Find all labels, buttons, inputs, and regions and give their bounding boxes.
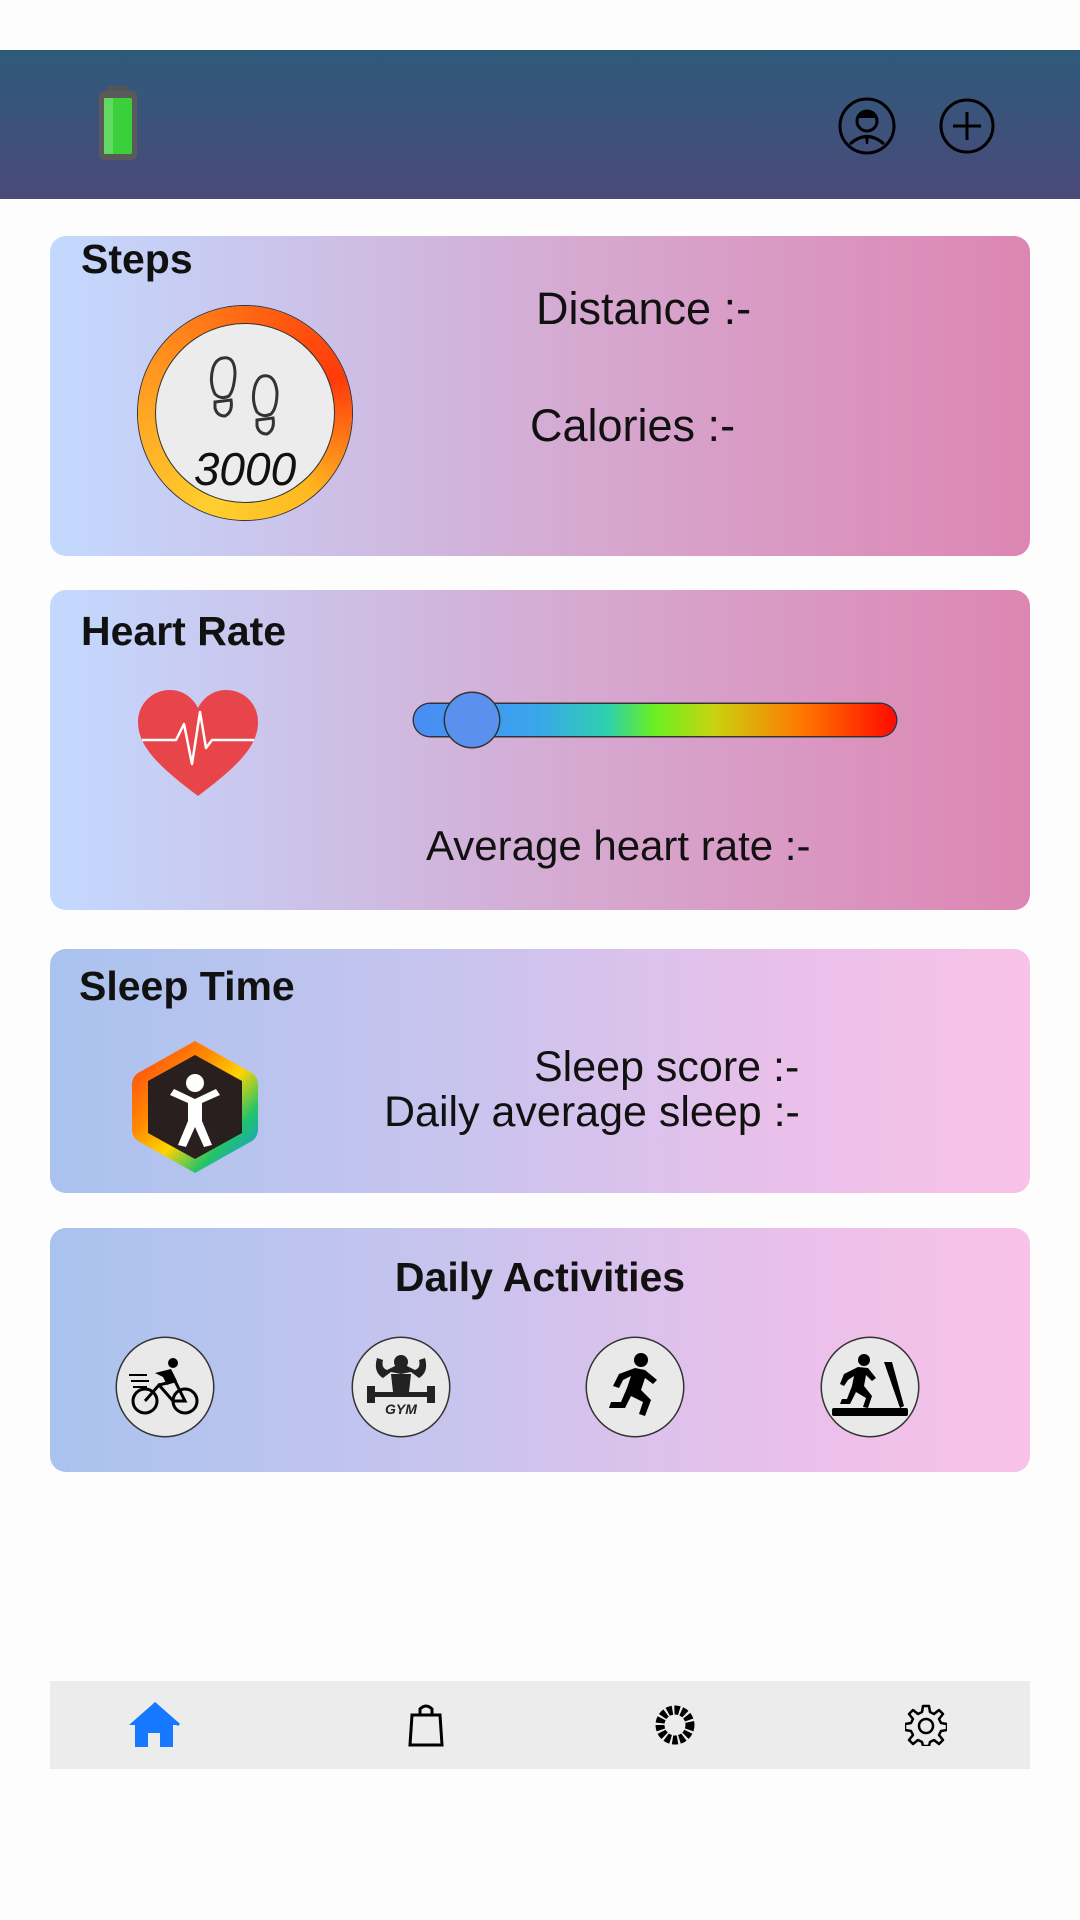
user-profile-icon[interactable] bbox=[837, 96, 897, 156]
average-heart-rate-label: Average heart rate :- bbox=[426, 822, 811, 869]
steps-card[interactable]: Steps 3000 Distance :- Calories :- bbox=[50, 236, 1030, 556]
steps-progress-ring: 3000 bbox=[138, 306, 352, 520]
gym-icon[interactable]: GYM bbox=[353, 1338, 449, 1436]
steps-count: 3000 bbox=[193, 443, 297, 495]
activity-badge-icon bbox=[132, 1041, 258, 1173]
daily-average-sleep-label: Daily average sleep :- bbox=[384, 1088, 800, 1136]
heart-rate-card[interactable]: Heart Rate Average heart rate :- bbox=[50, 590, 1030, 910]
plus-circle-icon[interactable] bbox=[937, 96, 997, 156]
svg-text:GYM: GYM bbox=[385, 1401, 417, 1417]
nav-shop[interactable] bbox=[398, 1699, 454, 1751]
steps-title: Steps bbox=[81, 236, 193, 282]
sleep-score-label: Sleep score :- bbox=[534, 1043, 800, 1091]
nav-home[interactable] bbox=[126, 1699, 182, 1751]
daily-activities-title: Daily Activities bbox=[394, 1254, 686, 1300]
treadmill-icon[interactable] bbox=[822, 1338, 918, 1436]
shopping-bag-icon bbox=[408, 1704, 444, 1747]
home-icon bbox=[129, 1701, 180, 1747]
nav-settings[interactable] bbox=[898, 1699, 954, 1751]
distance-label: Distance :- bbox=[536, 283, 752, 334]
battery-icon bbox=[99, 86, 137, 160]
sleep-time-title: Sleep Time bbox=[79, 963, 295, 1009]
heart-rate-title: Heart Rate bbox=[81, 608, 287, 654]
sleep-time-card[interactable]: Sleep Time Sleep score :- Daily average … bbox=[50, 949, 1030, 1193]
gear-icon bbox=[905, 1704, 947, 1746]
app-header bbox=[0, 50, 1080, 199]
heart-pulse-icon bbox=[138, 690, 258, 796]
cycling-icon[interactable] bbox=[117, 1338, 213, 1436]
footprints-icon bbox=[209, 356, 279, 436]
heart-rate-slider-thumb[interactable] bbox=[444, 693, 499, 747]
bottom-navigation-bar bbox=[50, 1681, 1030, 1769]
calories-label: Calories :- bbox=[530, 400, 736, 451]
ring-icon bbox=[655, 1705, 695, 1745]
running-icon[interactable] bbox=[587, 1338, 683, 1436]
steps-counter: 3000 bbox=[156, 324, 334, 502]
nav-activity[interactable] bbox=[647, 1699, 703, 1751]
daily-activities-card: Daily Activities GYM bbox=[50, 1228, 1030, 1472]
